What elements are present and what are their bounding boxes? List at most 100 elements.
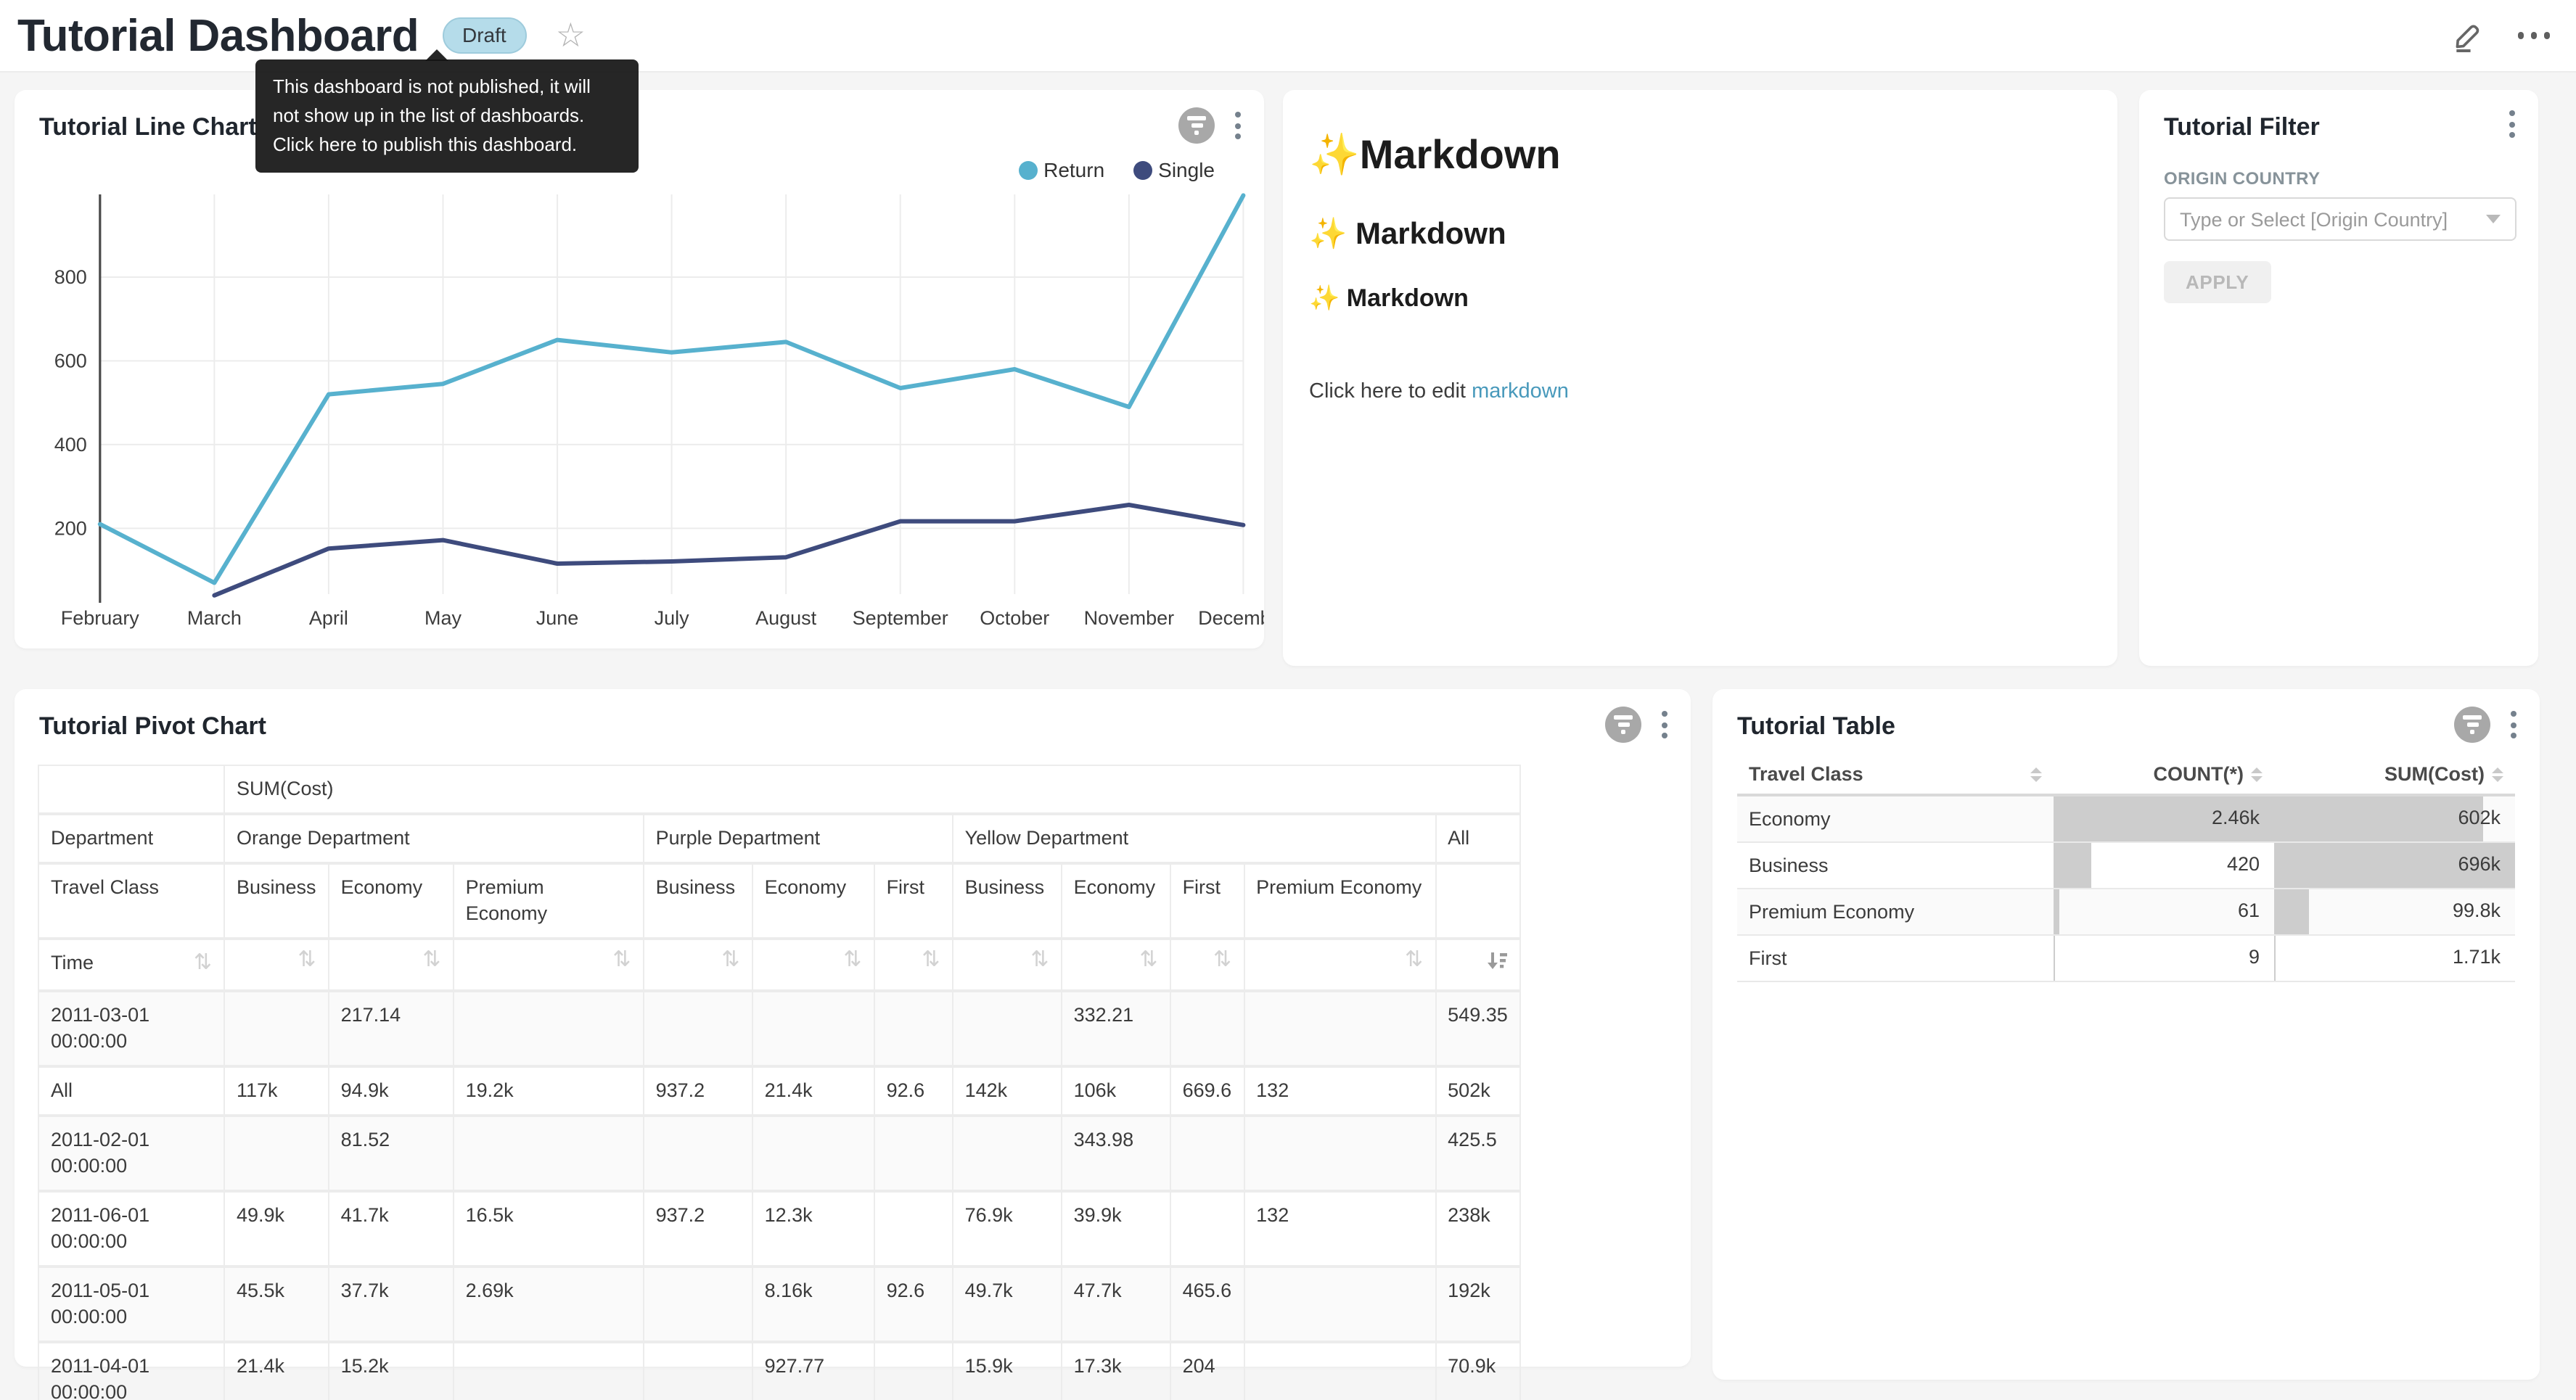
svg-text:200: 200 (54, 517, 87, 539)
pivot-value-cell: 132 (1244, 1066, 1435, 1116)
pivot-value-cell: 49.7k (953, 1267, 1062, 1342)
column-header-sum-cost-[interactable]: SUM(Cost) (2274, 754, 2515, 795)
pivot-sort-cell: ⇅ (1244, 939, 1435, 991)
legend-dot-icon (1019, 160, 1038, 179)
pivot-corner-cell (38, 765, 224, 814)
sort-icon[interactable]: ⇅ (298, 950, 316, 971)
cross-filter-icon[interactable] (1605, 707, 1641, 743)
chart-menu-icon[interactable] (1232, 109, 1244, 142)
sort-icon[interactable]: ⇅ (1213, 950, 1231, 971)
svg-text:400: 400 (54, 434, 87, 456)
pivot-row: 2011-05-01 00:00:0045.5k37.7k2.69k8.16k9… (38, 1267, 1520, 1342)
svg-text:800: 800 (54, 266, 87, 288)
sort-icon[interactable]: ⇅ (194, 953, 212, 973)
sort-icon[interactable]: ⇅ (922, 950, 940, 971)
metric-cell: 9 (2054, 935, 2274, 981)
pivot-group-header: Purple Department (644, 814, 953, 863)
svg-text:November: November (1084, 607, 1175, 629)
pivot-value-cell: 142k (953, 1066, 1062, 1116)
favorite-star-icon[interactable]: ☆ (556, 19, 586, 52)
markdown-paragraph: Click here to edit markdown (1309, 380, 2117, 403)
pivot-value-cell (874, 1342, 953, 1400)
cross-filter-icon[interactable] (1178, 107, 1215, 144)
chart-menu-icon[interactable] (2508, 708, 2519, 741)
pivot-value-cell (1244, 1116, 1435, 1191)
cross-filter-icon[interactable] (2454, 707, 2490, 743)
sort-caret-icon (2030, 767, 2042, 781)
sort-descending-active-icon[interactable] (1486, 950, 1508, 979)
line-chart-plot[interactable]: 200400600800FebruaryMarchAprilMayJuneJul… (15, 192, 1264, 634)
pivot-row-label: 2011-05-01 00:00:00 (38, 1267, 224, 1342)
pivot-col-header: First (874, 863, 953, 939)
pivot-value-cell (874, 1191, 953, 1267)
pivot-sort-cell (1435, 939, 1520, 991)
pivot-value-cell: 343.98 (1062, 1116, 1170, 1191)
pivot-metric-header: SUM(Cost) (224, 765, 1520, 814)
sort-icon[interactable]: ⇅ (843, 950, 861, 971)
column-header-count-[interactable]: COUNT(*) (2054, 754, 2274, 795)
metric-cell: 602k (2274, 795, 2515, 842)
markdown-panel[interactable]: ✨Markdown ✨ Markdown ✨ Markdown Click he… (1283, 90, 2117, 666)
pivot-value-cell: 92.6 (874, 1066, 953, 1116)
markdown-heading-1: ✨Markdown (1309, 131, 2117, 178)
pivot-value-cell: 204 (1170, 1342, 1244, 1400)
more-options-button[interactable] (2517, 33, 2550, 39)
svg-text:March: March (187, 607, 242, 629)
apply-button[interactable]: APPLY (2164, 261, 2271, 303)
metric-cell: 2.46k (2054, 795, 2274, 842)
pivot-value-cell: 47.7k (1062, 1267, 1170, 1342)
edit-dashboard-button[interactable] (2450, 20, 2482, 52)
pivot-col-header: Economy (752, 863, 874, 939)
legend-item-single[interactable]: Single (1133, 158, 1215, 181)
svg-text:February: February (61, 607, 140, 629)
origin-country-select[interactable]: Type or Select [Origin Country] (2164, 197, 2516, 241)
header-actions (2450, 20, 2550, 52)
pivot-col-header: Business (224, 863, 329, 939)
pivot-value-cell: 937.2 (644, 1066, 752, 1116)
pivot-row-label: 2011-06-01 00:00:00 (38, 1191, 224, 1267)
markdown-link[interactable]: markdown (1472, 380, 1569, 403)
line-chart-panel-actions (1178, 107, 1244, 144)
pivot-row-label: All (38, 1066, 224, 1116)
pivot-group-header: Orange Department (224, 814, 644, 863)
svg-text:July: July (655, 607, 690, 629)
pivot-value-cell (1170, 1191, 1244, 1267)
pivot-col-header: Premium Economy (454, 863, 644, 939)
sort-icon[interactable]: ⇅ (721, 950, 739, 971)
column-header-travel-class[interactable]: Travel Class (1737, 754, 2054, 795)
table-panel: Tutorial Table Travel ClassCOUNT(*)SUM(C… (1712, 689, 2540, 1380)
metric-cell: 696k (2274, 842, 2515, 889)
legend-dot-icon (1133, 160, 1152, 179)
pivot-value-cell (752, 1116, 874, 1191)
pivot-col-header: Economy (329, 863, 454, 939)
pivot-value-cell (1244, 991, 1435, 1066)
pivot-value-cell (454, 991, 644, 1066)
sort-icon[interactable]: ⇅ (1405, 950, 1423, 971)
sort-icon[interactable]: ⇅ (1139, 950, 1157, 971)
publish-tooltip: This dashboard is not published, it will… (255, 59, 639, 173)
pivot-row-label: 2011-04-01 00:00:00 (38, 1342, 224, 1400)
pivot-panel-actions (1605, 707, 1670, 743)
filter-menu-icon[interactable] (2506, 107, 2518, 141)
legend-item-return[interactable]: Return (1019, 158, 1104, 181)
sort-icon[interactable]: ⇅ (612, 950, 631, 971)
page-title: Tutorial Dashboard (17, 9, 419, 62)
chart-menu-icon[interactable] (1659, 708, 1670, 741)
sort-icon[interactable]: ⇅ (422, 950, 440, 971)
pivot-value-cell (752, 991, 874, 1066)
chart-legend: Return Single (1019, 158, 1215, 181)
table-row: First91.71k (1737, 935, 2515, 981)
pivot-value-cell: 21.4k (752, 1066, 874, 1116)
pivot-col-header: Business (953, 863, 1062, 939)
pivot-value-cell (454, 1342, 644, 1400)
sort-icon[interactable]: ⇅ (1030, 950, 1049, 971)
svg-text:August: August (755, 607, 817, 629)
line-chart-panel: Tutorial Line Chart ReturnSingle 2004006… (15, 90, 1264, 648)
pivot-group-header: Yellow Department (953, 814, 1436, 863)
pivot-value-cell (644, 1116, 752, 1191)
pivot-value-cell (644, 1267, 752, 1342)
metric-cell: 61 (2054, 889, 2274, 935)
pivot-chart-panel: Tutorial Pivot Chart SUM(Cost)Department… (15, 689, 1691, 1367)
travel-class-cell: Premium Economy (1737, 889, 2054, 935)
draft-badge[interactable]: Draft (442, 17, 527, 54)
